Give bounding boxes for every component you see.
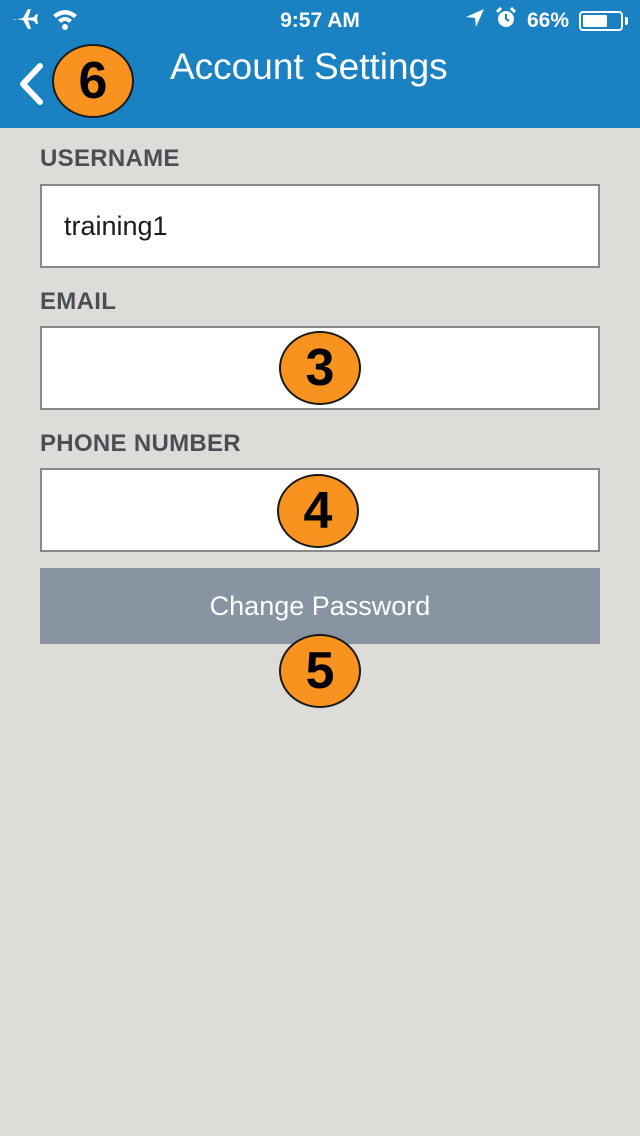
username-label: USERNAME xyxy=(40,145,180,172)
battery-icon xyxy=(579,11,623,31)
battery-tip xyxy=(625,17,628,25)
status-bar: 9:57 AM 66% xyxy=(0,0,640,40)
callout-badge-back: 6 xyxy=(52,44,134,118)
callout-badge-phone: 4 xyxy=(277,474,359,548)
change-password-button[interactable]: Change Password xyxy=(40,568,600,644)
callout-badge-change-password: 5 xyxy=(279,634,361,708)
battery-percent: 66% xyxy=(526,9,569,32)
callout-badge-email: 3 xyxy=(279,331,361,405)
page-title: Account Settings xyxy=(170,46,448,87)
back-button[interactable] xyxy=(10,56,52,112)
username-field[interactable] xyxy=(40,184,600,268)
phone-number-label: PHONE NUMBER xyxy=(40,430,241,457)
status-right: 66% xyxy=(465,6,628,35)
battery-fill xyxy=(583,15,607,27)
chevron-left-icon xyxy=(20,63,43,105)
email-label: EMAIL xyxy=(40,288,117,315)
location-arrow-icon xyxy=(465,8,485,34)
alarm-icon xyxy=(495,6,517,35)
